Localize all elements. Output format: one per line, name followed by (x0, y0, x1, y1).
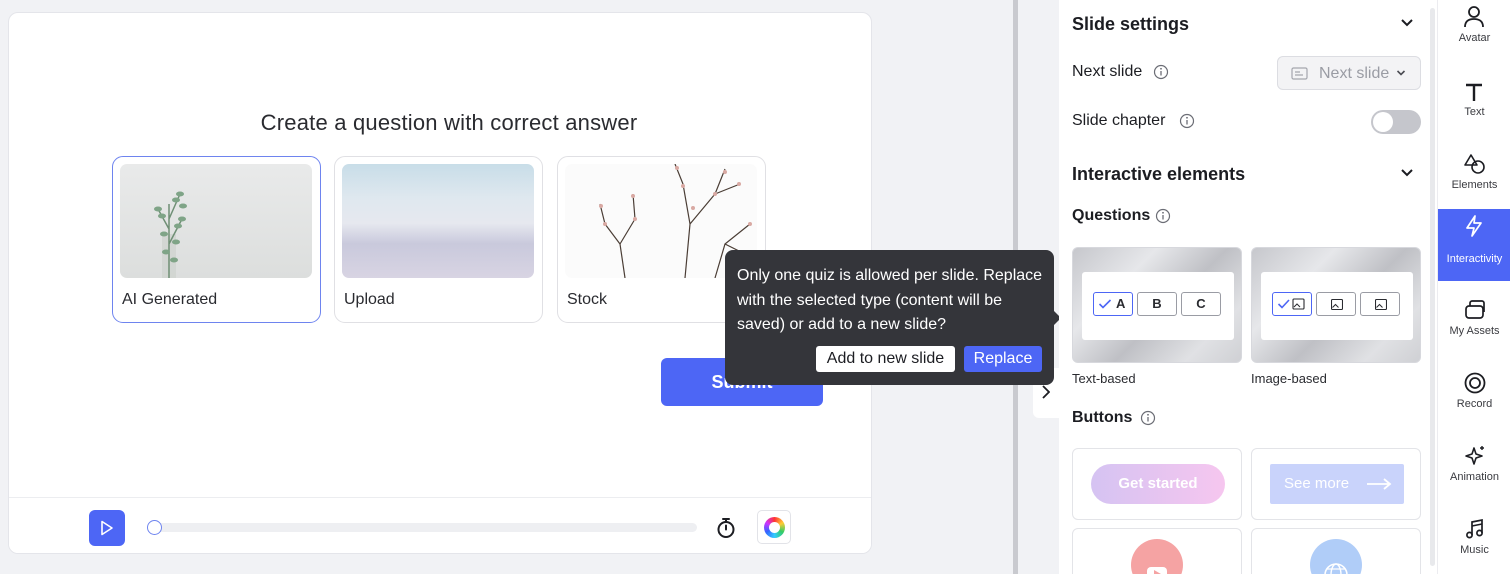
question-title: Create a question with correct answer (260, 110, 638, 135)
progress-track[interactable] (149, 523, 697, 532)
upload-image (342, 164, 534, 278)
image-answer-chip (1272, 292, 1312, 316)
button-style-arrow[interactable]: See more (1251, 448, 1421, 520)
questions-title: Questions (1072, 207, 1151, 224)
color-wheel-icon (764, 517, 785, 538)
image-based-preview (1261, 272, 1413, 340)
tooltip-message: Only one quiz is allowed per slide. Repl… (737, 267, 1043, 333)
arrow-right-icon (1367, 478, 1392, 490)
ai-generated-image (120, 164, 312, 278)
answer-chip: B (1137, 292, 1177, 316)
lightning-icon (1466, 215, 1482, 237)
assets-icon (1465, 300, 1485, 319)
tool-rail: Avatar Text Elements Interactivity My As… (1437, 0, 1510, 574)
slide-icon (1291, 67, 1308, 80)
interactive-elements-title: Interactive elements (1072, 164, 1246, 184)
rail-label: Elements (1451, 179, 1498, 191)
shapes-icon (1464, 154, 1485, 174)
slide-settings-title: Slide settings (1072, 14, 1190, 34)
text-based-caption: Text-based (1072, 371, 1136, 386)
question-type-text-based[interactable]: A B C (1072, 247, 1242, 363)
panel-scrollbar[interactable] (1430, 8, 1435, 566)
info-icon[interactable] (1179, 113, 1195, 129)
next-slide-label: Next slide (1072, 63, 1143, 80)
music-icon (1466, 518, 1483, 539)
question-type-image-based[interactable] (1251, 247, 1421, 363)
image-answer-chip (1316, 292, 1356, 316)
chevron-down-icon[interactable] (1400, 168, 1414, 178)
answer-chip: A (1093, 292, 1133, 316)
info-icon[interactable] (1153, 64, 1169, 80)
rail-label: Animation (1450, 471, 1499, 483)
text-icon (1466, 83, 1482, 101)
buttons-title: Buttons (1072, 409, 1133, 426)
option-ai-generated[interactable]: AI Generated (112, 156, 321, 323)
progress-knob[interactable] (147, 520, 162, 535)
color-picker-button[interactable] (757, 510, 791, 544)
image-icon (1375, 299, 1387, 310)
rail-label: Record (1456, 398, 1493, 410)
add-to-new-slide-button[interactable]: Add to new slide (816, 346, 955, 372)
rail-item-text[interactable]: Text (1438, 74, 1510, 146)
rail-label: Avatar (1458, 32, 1491, 44)
play-button[interactable] (89, 510, 125, 546)
info-icon[interactable] (1155, 208, 1171, 224)
chevron-down-icon[interactable] (1400, 18, 1414, 28)
player-bar (9, 497, 871, 553)
person-icon (1464, 6, 1484, 28)
next-slide-value: Next slide (1319, 65, 1390, 82)
slide-chapter-toggle[interactable] (1371, 110, 1421, 134)
slide-chapter-label: Slide chapter (1072, 112, 1166, 129)
chevron-down-icon (1396, 70, 1406, 76)
rail-label: My Assets (1449, 325, 1500, 337)
see-more-sample: See more (1270, 464, 1404, 504)
replace-button[interactable]: Replace (964, 346, 1042, 372)
rail-item-animation[interactable]: Animation (1438, 439, 1510, 511)
record-icon (1464, 372, 1486, 394)
rail-item-interactivity[interactable]: Interactivity (1438, 209, 1510, 281)
quiz-replace-tooltip: Only one quiz is allowed per slide. Repl… (725, 250, 1061, 385)
rail-label: Text (1464, 106, 1485, 118)
rail-item-music[interactable]: Music (1438, 512, 1510, 574)
option-label: AI Generated (122, 291, 218, 308)
option-upload[interactable]: Upload (334, 156, 543, 323)
get-started-sample: Get started (1091, 464, 1225, 504)
check-icon (1098, 299, 1112, 309)
rail-label: Music (1460, 544, 1489, 556)
globe-icon (1310, 539, 1362, 574)
button-style-website[interactable] (1251, 528, 1421, 574)
sparkle-icon (1465, 446, 1484, 465)
option-label: Upload (344, 291, 395, 308)
image-based-caption: Image-based (1251, 371, 1327, 386)
image-icon (1331, 299, 1343, 310)
rail-item-avatar[interactable]: Avatar (1438, 0, 1510, 72)
text-based-preview: A B C (1082, 272, 1234, 340)
settings-panel: Slide settings Next slide Next slide Sli… (1059, 0, 1437, 574)
play-icon (101, 520, 113, 536)
rail-label: Interactivity (1446, 253, 1503, 265)
button-style-gradient[interactable]: Get started (1072, 448, 1242, 520)
option-label: Stock (567, 291, 608, 308)
check-image-icon (1277, 298, 1305, 310)
next-slide-select[interactable]: Next slide (1277, 56, 1421, 90)
rail-item-record[interactable]: Record (1438, 366, 1510, 438)
image-answer-chip (1360, 292, 1400, 316)
rail-item-my-assets[interactable]: My Assets (1438, 293, 1510, 365)
answer-chip: C (1181, 292, 1221, 316)
youtube-icon (1131, 539, 1183, 574)
button-style-youtube[interactable] (1072, 528, 1242, 574)
chevron-right-icon (1042, 385, 1050, 399)
timer-icon[interactable] (715, 517, 737, 539)
info-icon[interactable] (1140, 410, 1156, 426)
